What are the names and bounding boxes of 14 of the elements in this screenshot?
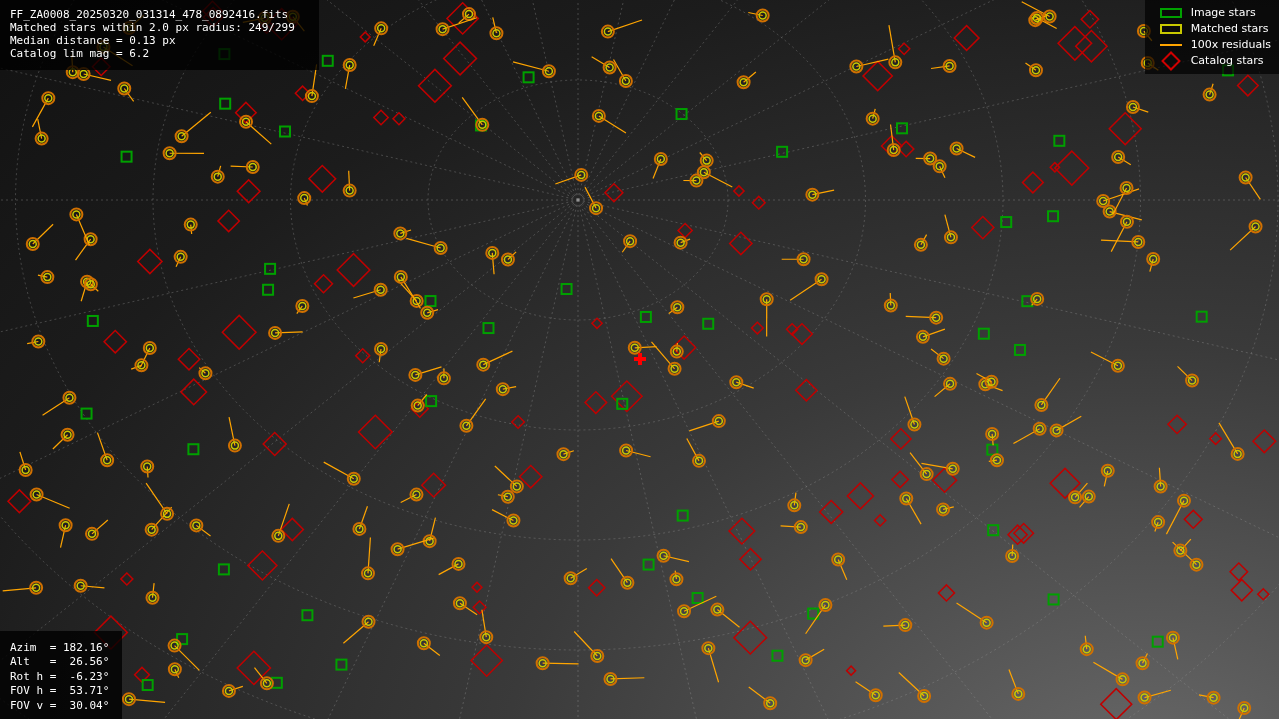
legend-label: Matched stars xyxy=(1190,22,1269,36)
pointing-text: Rot h = -6.23° xyxy=(10,669,111,684)
legend-label: Image stars xyxy=(1190,6,1256,20)
info-text: FF_ZA0008_20250320_031314_478_0892416.fits xyxy=(10,8,290,21)
pointing-text: FOV h = 53.71° xyxy=(10,684,111,699)
pointing-text: FOV v = 30.04° xyxy=(10,698,111,713)
legend-label: Catalog stars xyxy=(1190,54,1264,68)
info-text: Matched stars within 2.0 px radius: 249/299 xyxy=(10,21,296,34)
info-text: Catalog lim mag = 6.2 xyxy=(10,47,151,60)
center-cross-icon xyxy=(634,353,646,365)
pointing-text: Alt = 26.56° xyxy=(10,655,111,670)
legend-label: 100x residuals xyxy=(1190,38,1271,52)
pointing-text: Azim = 182.16° xyxy=(10,640,111,655)
info-text: Median distance = 0.13 px xyxy=(10,34,177,47)
